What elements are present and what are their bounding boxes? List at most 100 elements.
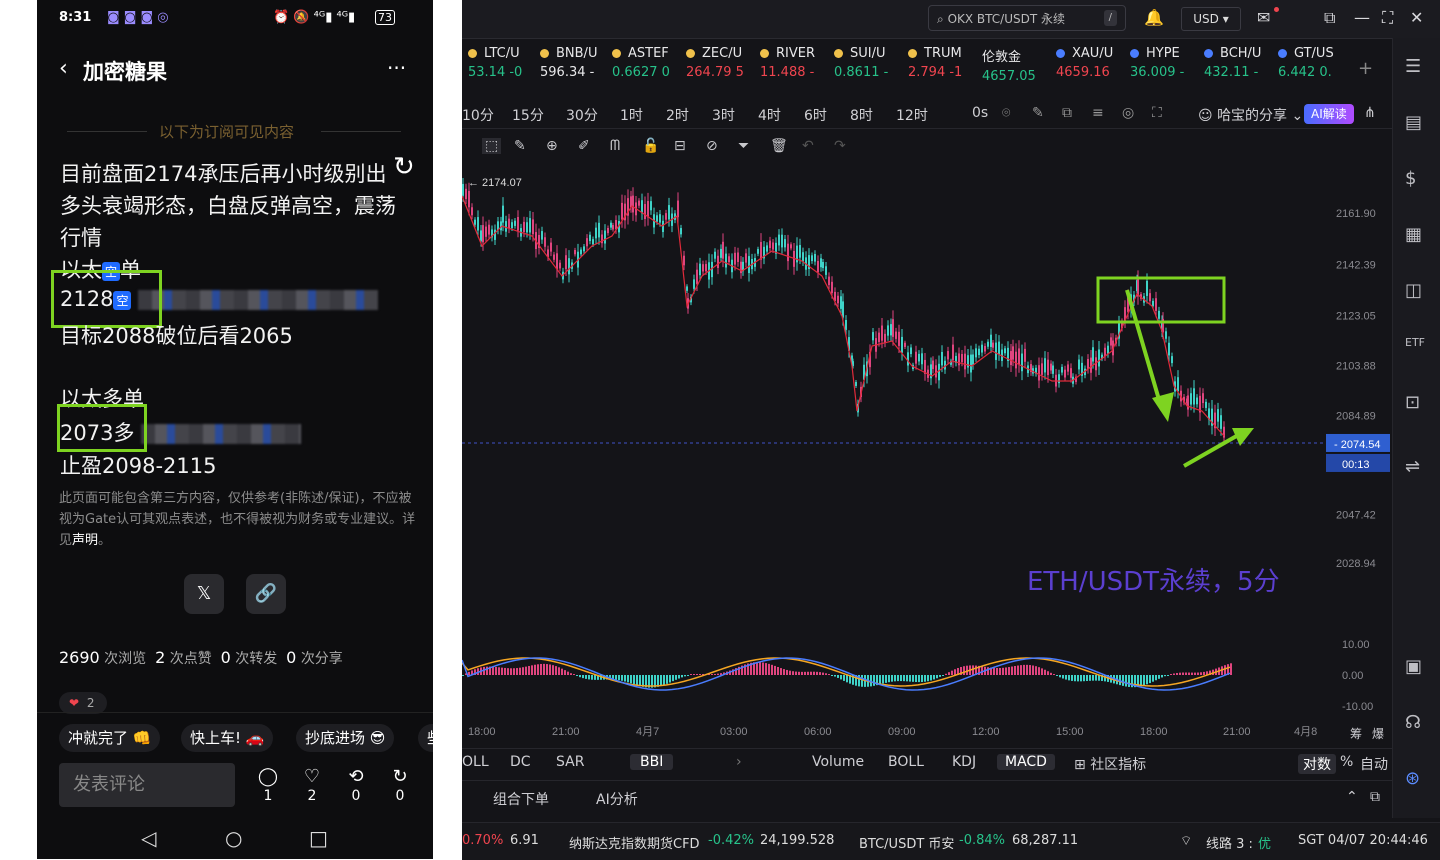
liquidation-label[interactable]: 爆 <box>1372 727 1384 741</box>
reaction-badge[interactable]: ❤ 2 <box>59 692 107 714</box>
scale-log-button[interactable]: 对数 <box>1298 754 1336 774</box>
mail-icon[interactable]: ✉ <box>1257 8 1270 27</box>
nav-back-icon[interactable]: ◁ <box>141 826 156 850</box>
pattern-tool-icon[interactable]: ᗰ <box>610 138 620 154</box>
list-icon[interactable]: ☰ <box>1405 56 1421 77</box>
timeframe-9[interactable]: 12时 <box>896 105 928 125</box>
redo-icon[interactable]: ↷ <box>834 138 846 154</box>
line-label[interactable]: 线路 3 : <box>1206 833 1253 852</box>
quick-reply-chip[interactable]: 些 <box>418 724 433 752</box>
chevron-right-icon[interactable]: › <box>736 754 742 770</box>
ticker-item[interactable]: BNB/U 596.34 - <box>540 46 597 80</box>
add-ticker-icon[interactable]: + <box>1358 58 1373 79</box>
share-network-icon[interactable]: ⋔ <box>1364 105 1376 121</box>
indicator-tab[interactable]: OLL <box>462 754 489 770</box>
indicator-tab[interactable]: SAR <box>556 754 584 770</box>
copy-icon[interactable]: ⧉ <box>1062 105 1072 121</box>
indicator-tab[interactable]: Volume <box>812 754 864 770</box>
ai-interpret-button[interactable]: AI解读 <box>1304 104 1354 124</box>
ticker-name[interactable]: BTC/USDT 币安 <box>859 833 954 852</box>
indicator-tab[interactable]: BOLL <box>888 754 924 770</box>
indicator-tab-active[interactable]: MACD <box>997 754 1055 770</box>
currency-select[interactable]: USD ▾ <box>1181 7 1241 31</box>
ticker-item[interactable]: LTC/U 53.14 -0 <box>468 46 522 80</box>
popout-icon[interactable]: ⧉ <box>1324 8 1335 28</box>
minimize-icon[interactable]: — <box>1354 8 1370 27</box>
timeframe-6[interactable]: 4时 <box>758 105 781 125</box>
ticker-item[interactable]: RIVER 11.488 - <box>760 46 815 80</box>
pen-icon[interactable]: ✎ <box>1032 105 1044 121</box>
collapse-icon[interactable]: ⌃ <box>1346 789 1358 805</box>
bar-chart-icon[interactable]: ▦ <box>1405 224 1422 245</box>
ticker-item[interactable]: BCH/U 432.11 - <box>1204 46 1261 80</box>
ticker-name[interactable]: 纳斯达克指数期货CFD <box>569 833 700 852</box>
sync-icon[interactable]: ⇌ <box>1405 456 1420 477</box>
document-icon[interactable]: ▤ <box>1405 112 1422 133</box>
ai-analysis-tab[interactable]: AI分析 <box>596 789 638 809</box>
ticker-item[interactable]: ZEC/U 264.79 5 <box>686 46 744 80</box>
timeframe-8[interactable]: 8时 <box>850 105 873 125</box>
back-icon[interactable]: ‹ <box>59 56 68 81</box>
undo-icon[interactable]: ↶ <box>802 138 814 154</box>
ticker-item[interactable]: TRUM 2.794 -1 <box>908 46 962 80</box>
timeframe-3[interactable]: 1时 <box>620 105 643 125</box>
ticker-item[interactable]: ASTEF 0.6627 0 <box>612 46 670 80</box>
comment-action[interactable]: ◯ 1 <box>256 766 280 804</box>
like-action[interactable]: ♡ 2 <box>300 766 324 804</box>
scale-auto-button[interactable]: 自动 <box>1360 754 1388 774</box>
filter-tool-icon[interactable]: ⏷ <box>738 138 749 154</box>
timeframe-2[interactable]: 30分 <box>566 105 598 125</box>
delete-tool-icon[interactable]: 🗑 <box>770 138 788 154</box>
more-menu-icon[interactable]: ··· <box>387 56 406 80</box>
lock-tool-icon[interactable]: 🔓 <box>642 138 659 154</box>
quick-reply-chip[interactable]: 冲就完了 👊 <box>59 724 161 752</box>
search-input[interactable]: ⌕ OKX BTC/USDT 永续 / <box>928 5 1126 31</box>
indicator-tab[interactable]: KDJ <box>952 754 976 770</box>
list-icon[interactable]: ≡ <box>1092 105 1104 121</box>
ticker-item[interactable]: HYPE 36.009 - <box>1130 46 1184 80</box>
timeframe-0[interactable]: 10分 <box>462 105 494 125</box>
headset-icon[interactable]: ☊ <box>1405 712 1421 733</box>
brush-tool-icon[interactable]: ✐ <box>578 138 590 154</box>
nav-home-icon[interactable]: ○ <box>225 826 242 850</box>
layout-icon[interactable]: ▣ <box>1405 656 1422 677</box>
ruler-tool-icon[interactable]: ✎ <box>514 138 526 154</box>
repost-action[interactable]: ⟲ 0 <box>344 766 368 804</box>
copy-link-button[interactable]: 🔗 <box>246 574 286 614</box>
quick-reply-chip[interactable]: 快上车! 🚗 <box>181 724 274 752</box>
timeframe-7[interactable]: 6时 <box>804 105 827 125</box>
refresh-icon[interactable]: ↻ <box>393 152 415 182</box>
share-x-button[interactable]: 𝕏 <box>184 574 224 614</box>
ticker-item[interactable]: SUI/U 0.8611 - <box>834 46 888 80</box>
chip-distribution-label[interactable]: 筹 <box>1350 727 1362 741</box>
bell-icon[interactable]: 🔔 <box>1144 8 1164 27</box>
timeframe-10[interactable]: 0s <box>972 105 988 121</box>
etf-icon[interactable]: ETF <box>1405 336 1425 349</box>
close-icon[interactable]: ✕ <box>1410 8 1423 27</box>
indicator-tab-active[interactable]: BBI <box>630 754 674 770</box>
indicator-tab[interactable]: DC <box>510 754 531 770</box>
share-menu[interactable]: ☺ 哈宝的分享 ⌄ <box>1198 105 1303 125</box>
template-tool-icon[interactable]: ⊟ <box>674 138 686 154</box>
comment-input[interactable]: 发表评论 <box>59 763 235 807</box>
monitor-chart-icon[interactable]: ◫ <box>1405 280 1422 301</box>
ticker-item[interactable]: 伦敦金 4657.05 <box>982 46 1036 84</box>
disclaimer-link[interactable]: 声明 <box>72 533 98 548</box>
robot-icon[interactable]: ⊡ <box>1405 392 1420 413</box>
community-indicators[interactable]: ⊞ 社区指标 <box>1074 754 1146 774</box>
select-tool-icon[interactable]: ⬚ <box>482 138 502 154</box>
magnet-tool-icon[interactable]: ⊘ <box>706 138 718 154</box>
expand-panel-icon[interactable]: ⧉ <box>1370 789 1380 805</box>
target-icon[interactable]: ◎ <box>1122 105 1134 121</box>
nav-recents-icon[interactable]: □ <box>309 826 328 850</box>
timeframe-5[interactable]: 3时 <box>712 105 735 125</box>
price-chart[interactable]: 2161.90 2142.39 2123.05 2103.88 2084.89 2047.… <box>462 160 1392 750</box>
assistant-icon[interactable]: ⊛ <box>1405 768 1420 789</box>
fullscreen-icon[interactable]: ⛶ <box>1152 105 1162 121</box>
maximize-icon[interactable]: ⛶ <box>1382 8 1393 28</box>
timeframe-1[interactable]: 15分 <box>512 105 544 125</box>
ticker-item[interactable]: GT/US 6.442 0. <box>1278 46 1334 80</box>
camera-icon[interactable]: ⌾ <box>1002 105 1010 121</box>
timeframe-4[interactable]: 2时 <box>666 105 689 125</box>
quick-reply-chip[interactable]: 抄底进场 😎 <box>296 724 395 752</box>
